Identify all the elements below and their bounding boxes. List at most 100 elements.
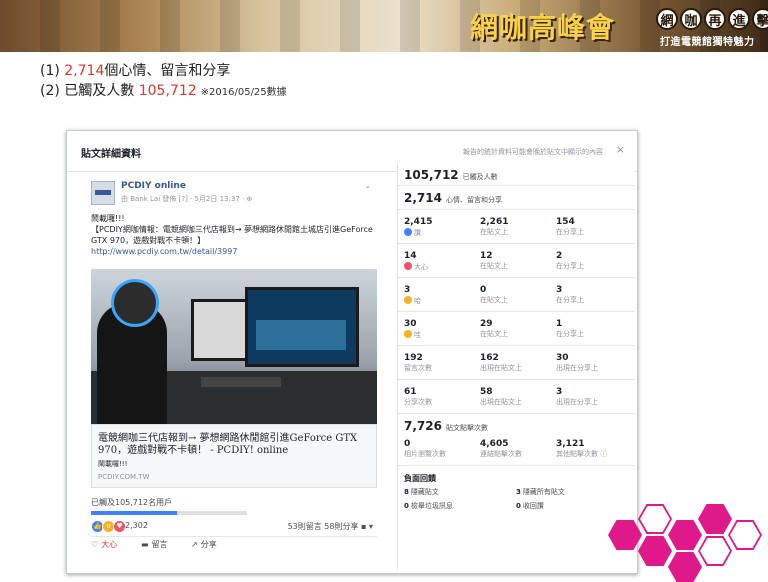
dialog-note: 報告的統計資料可能會晚於貼文中顯示的內容 xyxy=(463,148,603,156)
stat-cell: 2,415 讚 xyxy=(404,217,474,238)
engagement-total: 2,714 心情、留言和分享 xyxy=(404,191,502,205)
stat-number: 2,261 xyxy=(480,217,509,227)
photo-keyboard xyxy=(201,377,281,387)
comments-row: 192 留言次數 162 出現在貼文上 30 出現在分享上 xyxy=(398,345,634,380)
stat-number: 2,415 xyxy=(404,217,433,227)
reach-count: 105,712 xyxy=(138,83,197,99)
share-button[interactable]: ↗ 分享 xyxy=(191,539,217,550)
stat-number: 3 xyxy=(556,285,563,295)
photo-monitor xyxy=(245,287,359,367)
engagement-count: 2,714 xyxy=(64,63,105,79)
reach-total: 105,712 已觸及人數 xyxy=(404,168,498,182)
reach-text: 已觸及105,712名用戶 xyxy=(91,498,173,507)
stat-cell: 0 在貼文上 xyxy=(480,285,550,305)
love-button[interactable]: ♡ 大心 xyxy=(91,539,117,550)
link-preview[interactable]: 電競網咖三代店報到→ 夢想網路休閒館引進GeForce GTX 970，遊戲對戰… xyxy=(91,424,377,488)
stat-number: 0 xyxy=(404,439,411,449)
chevron-down-icon[interactable]: ⌄ xyxy=(364,181,371,190)
stat-label: 連結點擊次數 xyxy=(480,450,522,458)
banner-subtitle: 打造電競館獨特魅力 xyxy=(660,37,755,48)
banner-photo xyxy=(0,0,768,52)
like-icon xyxy=(404,228,412,236)
reach-progress-fill xyxy=(91,511,177,515)
stat-cell: 2 在分享上 xyxy=(556,251,626,271)
share-icon: ↗ xyxy=(191,540,198,549)
stat-label: 在分享上 xyxy=(556,330,584,338)
summary-text: (1) 2,714個心情、留言和分享 (2) 已觸及人數 105,712 ※201… xyxy=(40,61,287,103)
stat-label-text: 哈 xyxy=(414,297,421,305)
stat-cell: 162 出現在貼文上 xyxy=(480,353,550,373)
negative-number: 8 xyxy=(404,488,409,496)
dialog-title: 貼文詳細資料 xyxy=(81,149,141,160)
reach-label: 已觸及人數 xyxy=(462,173,498,181)
stats-panel: 105,712 已觸及人數 2,714 心情、留言和分享 2,415 讚 2,261 在… xyxy=(397,163,634,569)
shares-row: 61 分享次數 58 出現在貼文上 3 出現在分享上 xyxy=(398,379,634,414)
stat-number: 162 xyxy=(480,353,499,363)
post-url-link[interactable]: http://www.pcdiy.com.tw/detail/3997 xyxy=(91,246,375,257)
engagement-number: 2,714 xyxy=(404,191,442,205)
stat-label-text: 哇 xyxy=(414,331,421,339)
post-details-dialog: 貼文詳細資料 報告的統計資料可能會晚於貼文中顯示的內容 × PCDIY onli… xyxy=(66,130,638,574)
stat-number: 4,605 xyxy=(480,439,509,449)
negative-item: 8 隱藏貼文 xyxy=(404,487,439,497)
engagement-section: 2,714 心情、留言和分享 xyxy=(398,185,634,210)
stat-cell: 30 哇 xyxy=(404,319,474,340)
stat-label: 在貼文上 xyxy=(480,228,508,236)
summary-prefix: (2) 已觸及人數 xyxy=(40,83,139,99)
stat-cell: 61 分享次數 xyxy=(404,387,474,407)
stat-number: 154 xyxy=(556,217,575,227)
banner-seal: 進 xyxy=(728,8,750,30)
reaction-icons[interactable]: 👍 o ♥ xyxy=(91,520,126,533)
stat-number: 0 xyxy=(480,285,487,295)
post-body: 鬧載囉!!! 【PCDIY網咖情報：電競網咖三代店報到→ 夢想網路休閒館土城店引… xyxy=(91,213,375,257)
negative-feedback-title: 負面回饋 xyxy=(404,474,436,483)
stat-number: 3 xyxy=(556,387,563,397)
stat-label: 在貼文上 xyxy=(480,262,508,270)
banner-seal-row: 網 咖 再 進 擊 xyxy=(656,8,768,30)
haha-icon xyxy=(404,296,412,304)
comment-button[interactable]: ▬ 留言 xyxy=(141,539,168,550)
stat-number: 58 xyxy=(480,387,493,397)
link-preview-title: 電競網咖三代店報到→ 夢想網路休閒館引進GeForce GTX 970，遊戲對戰… xyxy=(98,433,358,456)
stat-cell: 154 在分享上 xyxy=(556,217,626,237)
stat-cell: 3 在分享上 xyxy=(556,285,626,305)
summary-suffix: 個心情、留言和分享 xyxy=(104,63,231,79)
stat-number: 29 xyxy=(480,319,493,329)
stat-label: 其他點擊次數 ⓘ xyxy=(556,450,608,458)
summary-line-1: (1) 2,714個心情、留言和分享 xyxy=(40,61,287,81)
hexagon-shape xyxy=(728,520,762,550)
stat-number: 192 xyxy=(404,353,423,363)
stat-cell: 58 出現在貼文上 xyxy=(480,387,550,407)
post-photo[interactable] xyxy=(91,269,377,424)
link-preview-description: 鬧載囉!!! xyxy=(98,460,128,468)
stat-number: 14 xyxy=(404,251,417,261)
link-preview-domain: PCDIY.COM.TW xyxy=(98,473,150,481)
photo-monitor xyxy=(191,299,249,361)
wow-icon xyxy=(404,330,412,338)
negative-number: 0 xyxy=(404,502,409,510)
heart-outline-icon: ♡ xyxy=(91,540,99,549)
stat-label: 哇 xyxy=(404,330,474,340)
negative-label: 隱藏貼文 xyxy=(410,488,439,496)
negative-number: 0 xyxy=(516,502,521,510)
engagement-label: 心情、留言和分享 xyxy=(445,196,502,204)
post-text-line: 【PCDIY網咖情報：電競網咖三代店報到→ 夢想網路休閒館土城店引進GeForc… xyxy=(91,225,373,245)
hexagon-shape xyxy=(638,536,672,566)
data-date-note: ※2016/05/25數據 xyxy=(200,87,287,98)
stat-cell: 30 出現在分享上 xyxy=(556,353,626,373)
header-banner: 網咖高峰會 網 咖 再 進 擊 打造電競館獨特魅力 xyxy=(0,0,768,52)
page-name-link[interactable]: PCDIY online xyxy=(121,181,186,191)
page-avatar[interactable] xyxy=(91,181,115,205)
reaction-count[interactable]: 2,302 xyxy=(125,521,148,530)
stat-label: 在分享上 xyxy=(556,296,584,304)
stat-number: 3,121 xyxy=(556,439,585,449)
reaction-row-like: 2,415 讚 2,261 在貼文上 154 在分享上 xyxy=(398,209,634,244)
stat-number: 3 xyxy=(404,285,411,295)
summary-prefix: (1) xyxy=(40,63,65,79)
stat-label-text: 大心 xyxy=(414,263,428,271)
comment-share-count[interactable]: 53則留言 58則分享 ▪ ▾ xyxy=(288,521,373,532)
stat-cell: 3 出現在分享上 xyxy=(556,387,626,407)
close-icon[interactable]: × xyxy=(616,143,625,156)
stat-cell: 3哈 xyxy=(404,285,474,306)
stat-number: 12 xyxy=(480,251,493,261)
